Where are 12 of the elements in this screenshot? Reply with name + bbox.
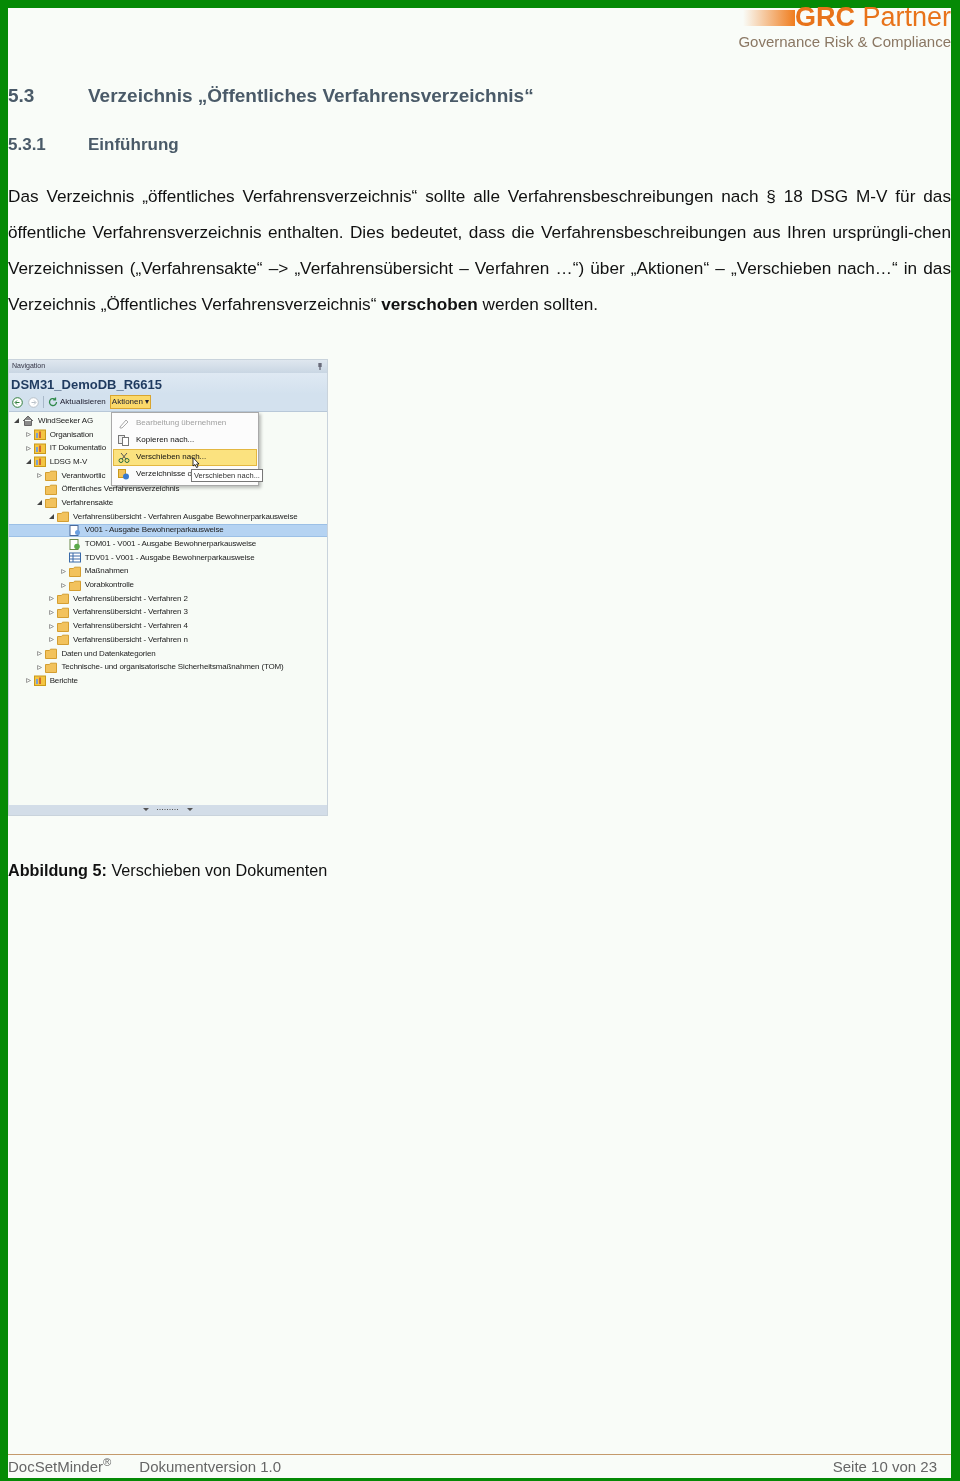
logo-tagline: Governance Risk & Compliance — [738, 32, 951, 52]
heading-number: 5.3 — [8, 83, 36, 108]
document-version: Dokumentversion 1.0 — [139, 1456, 282, 1477]
heading-title: Verzeichnis „Öffentliches Verfahrensverzeichnis“ — [88, 83, 534, 108]
body-paragraph: Das Verzeichnis „öffentliches Verfahrensverzeichnis“ sollte alle Verfahrensbeschreibungen nach § 18 DSG M-V für das öffentliche Verfahrensverzeichnis enthalten. Dies bedeutet, dass die Verfahrensbeschreibungen aus Ihren ursprüngli-chen Verzeichnissen („Verfahrensakte“ –> „Verfahrensübersicht – Verfahren …“) über „Aktionen“ – „Verschieben nach…“ in das Verzeichnis „Öffentliches Verfahrensverzeichnis“ verschoben werden sollten. — [8, 184, 951, 316]
figure-caption: Abbildung 5: Verschieben von Dokumenten — [8, 859, 329, 881]
product-name: DocSetMinder$^{®}$ — [8, 1455, 112, 1477]
heading-title: Einführung — [88, 134, 179, 156]
page-number: Seite 10 von 23 — [832, 1456, 937, 1477]
database-title: DSM31_DemoDB_R6615 — [9, 372, 327, 394]
logo-text: GRC Partner — [794, 4, 951, 31]
heading-number: 5.3.1 — [8, 134, 47, 156]
